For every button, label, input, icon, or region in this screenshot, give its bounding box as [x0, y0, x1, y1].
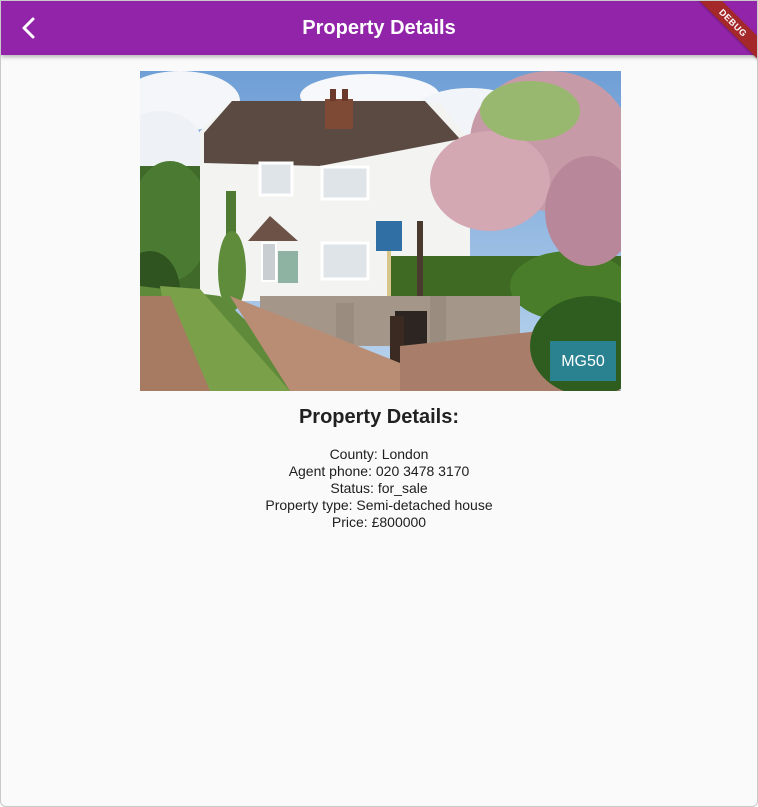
app-frame: Property Details DEBUG MG50 Property Det… — [0, 0, 758, 807]
county-text: County: London — [329, 446, 429, 462]
property-type-text: Property type: Semi-detached house — [265, 497, 493, 513]
agent-phone-text: Agent phone: 020 3478 3170 — [288, 463, 470, 479]
property-photo: MG50 — [140, 71, 621, 391]
status-text: Status: for_sale — [330, 480, 428, 496]
watermark-logo: MG50 — [561, 353, 605, 370]
price-text: Price: £800000 — [331, 514, 427, 530]
details-heading: Property Details: — [298, 406, 460, 428]
page-title: Property Details — [302, 17, 456, 39]
app-bar: Property Details — [1, 1, 757, 55]
details-list: County: London Agent phone: 020 3478 317… — [1, 446, 757, 531]
